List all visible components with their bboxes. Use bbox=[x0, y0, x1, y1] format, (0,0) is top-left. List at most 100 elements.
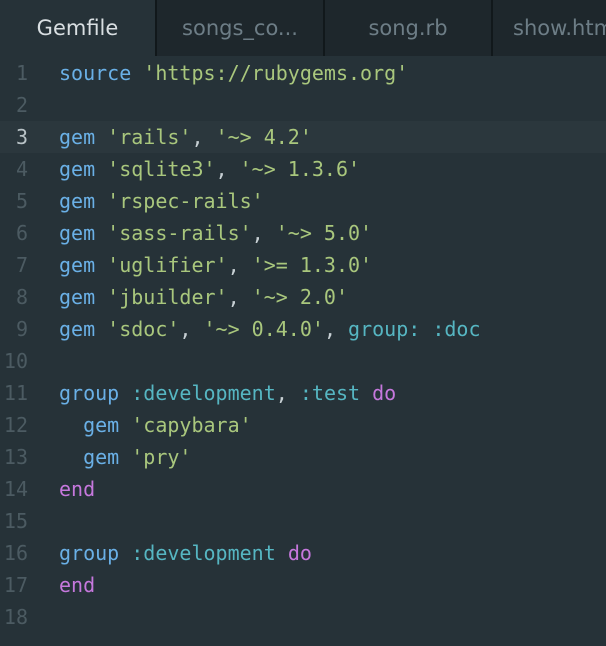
code-token: '~> 1.3.6' bbox=[239, 157, 361, 181]
code-line[interactable]: 5 gem 'rspec-rails' bbox=[0, 185, 606, 217]
code-token: gem bbox=[59, 221, 96, 245]
code-token: gem bbox=[83, 445, 120, 469]
code-token: , bbox=[179, 317, 204, 341]
code-token: do bbox=[287, 541, 312, 565]
code-token: '~> 2.0' bbox=[251, 285, 349, 309]
line-number: 8 bbox=[15, 285, 28, 309]
line-number: 5 bbox=[15, 189, 28, 213]
tab-song-rb[interactable]: song.rb bbox=[325, 0, 493, 56]
line-content: gem 'sqlite3', '~> 1.3.6' bbox=[59, 153, 360, 185]
code-line[interactable]: 18 bbox=[0, 601, 606, 633]
line-content: source 'https://rubygems.org' bbox=[59, 57, 408, 89]
line-content: gem 'capybara' bbox=[59, 409, 252, 441]
code-token: 'https://rubygems.org' bbox=[143, 61, 409, 85]
code-token: '~> 5.0' bbox=[275, 221, 373, 245]
line-content: gem 'uglifier', '>= 1.3.0' bbox=[59, 249, 372, 281]
code-line[interactable]: 11 group :development, :test do bbox=[0, 377, 606, 409]
line-number: 17 bbox=[3, 573, 28, 597]
line-content: end bbox=[59, 569, 95, 601]
line-content: end bbox=[59, 473, 95, 505]
line-number: 10 bbox=[3, 349, 28, 373]
line-number: 6 bbox=[15, 221, 28, 245]
tab-gemfile[interactable]: Gemfile bbox=[0, 0, 157, 56]
line-number: 16 bbox=[3, 541, 28, 565]
code-token: 'sqlite3' bbox=[107, 157, 216, 181]
code-token: gem bbox=[59, 317, 96, 341]
code-line[interactable]: 7 gem 'uglifier', '>= 1.3.0' bbox=[0, 249, 606, 281]
code-token: group bbox=[59, 541, 120, 565]
code-token: end bbox=[59, 477, 96, 501]
code-token: gem bbox=[59, 189, 96, 213]
line-number: 15 bbox=[3, 509, 28, 533]
code-token: :development bbox=[131, 381, 276, 405]
code-token: 'capybara' bbox=[131, 413, 252, 437]
code-token: , bbox=[191, 125, 216, 149]
code-token: 'rails' bbox=[107, 125, 192, 149]
code-token: 'sass-rails' bbox=[107, 221, 252, 245]
line-number: 14 bbox=[3, 477, 28, 501]
code-line[interactable]: 14 end bbox=[0, 473, 606, 505]
tab-songs-controller[interactable]: songs_co... bbox=[157, 0, 325, 56]
code-token: '>= 1.3.0' bbox=[251, 253, 373, 277]
code-line[interactable]: 15 bbox=[0, 505, 606, 537]
code-token: 'sdoc' bbox=[107, 317, 180, 341]
code-token: gem bbox=[59, 125, 96, 149]
line-number: 11 bbox=[3, 381, 28, 405]
code-token: gem bbox=[59, 157, 96, 181]
code-token: end bbox=[59, 573, 96, 597]
code-token: , bbox=[215, 157, 240, 181]
line-content: gem 'jbuilder', '~> 2.0' bbox=[59, 281, 348, 313]
code-line[interactable]: 12 gem 'capybara' bbox=[0, 409, 606, 441]
code-token: group: bbox=[348, 317, 421, 341]
code-line[interactable]: 4 gem 'sqlite3', '~> 1.3.6' bbox=[0, 153, 606, 185]
code-token: group bbox=[59, 381, 120, 405]
line-number: 13 bbox=[3, 445, 28, 469]
code-token: , bbox=[275, 381, 300, 405]
code-token: '~> 0.4.0' bbox=[203, 317, 324, 341]
code-line[interactable]: 9 gem 'sdoc', '~> 0.4.0', group: :doc bbox=[0, 313, 606, 345]
tab-show-html[interactable]: show.htm bbox=[493, 0, 606, 56]
code-line[interactable]: 6 gem 'sass-rails', '~> 5.0' bbox=[0, 217, 606, 249]
line-content: gem 'rspec-rails' bbox=[59, 185, 264, 217]
code-line[interactable]: 16 group :development do bbox=[0, 537, 606, 569]
line-content: gem 'rails', '~> 4.2' bbox=[59, 121, 312, 153]
code-area[interactable]: 1 source 'https://rubygems.org' 2 3 gem 'rai… bbox=[0, 57, 606, 633]
code-line[interactable]: 3 gem 'rails', '~> 4.2' bbox=[0, 121, 606, 153]
line-content: group :development do bbox=[59, 537, 312, 569]
code-token: source bbox=[59, 61, 132, 85]
code-token: gem bbox=[59, 253, 96, 277]
code-editor: Gemfile songs_co... song.rb show.htm 1 so… bbox=[0, 0, 606, 646]
code-line[interactable]: 2 bbox=[0, 89, 606, 121]
code-line[interactable]: 17 end bbox=[0, 569, 606, 601]
line-content: group :development, :test do bbox=[59, 377, 396, 409]
code-line[interactable]: 13 gem 'pry' bbox=[0, 441, 606, 473]
line-number: 9 bbox=[15, 317, 28, 341]
line-number: 18 bbox=[3, 605, 28, 629]
code-token: :development bbox=[131, 541, 276, 565]
line-content: gem 'pry' bbox=[59, 441, 191, 473]
line-content: gem 'sdoc', '~> 0.4.0', group: :doc bbox=[59, 313, 481, 345]
code-token: 'rspec-rails' bbox=[107, 189, 264, 213]
code-token: 'pry' bbox=[131, 445, 192, 469]
code-line[interactable]: 1 source 'https://rubygems.org' bbox=[0, 57, 606, 89]
code-line[interactable]: 10 bbox=[0, 345, 606, 377]
code-token: gem bbox=[83, 413, 120, 437]
code-token: , bbox=[251, 221, 276, 245]
code-token: '~> 4.2' bbox=[215, 125, 312, 149]
code-line[interactable]: 8 gem 'jbuilder', '~> 2.0' bbox=[0, 281, 606, 313]
line-number: 1 bbox=[15, 61, 28, 85]
